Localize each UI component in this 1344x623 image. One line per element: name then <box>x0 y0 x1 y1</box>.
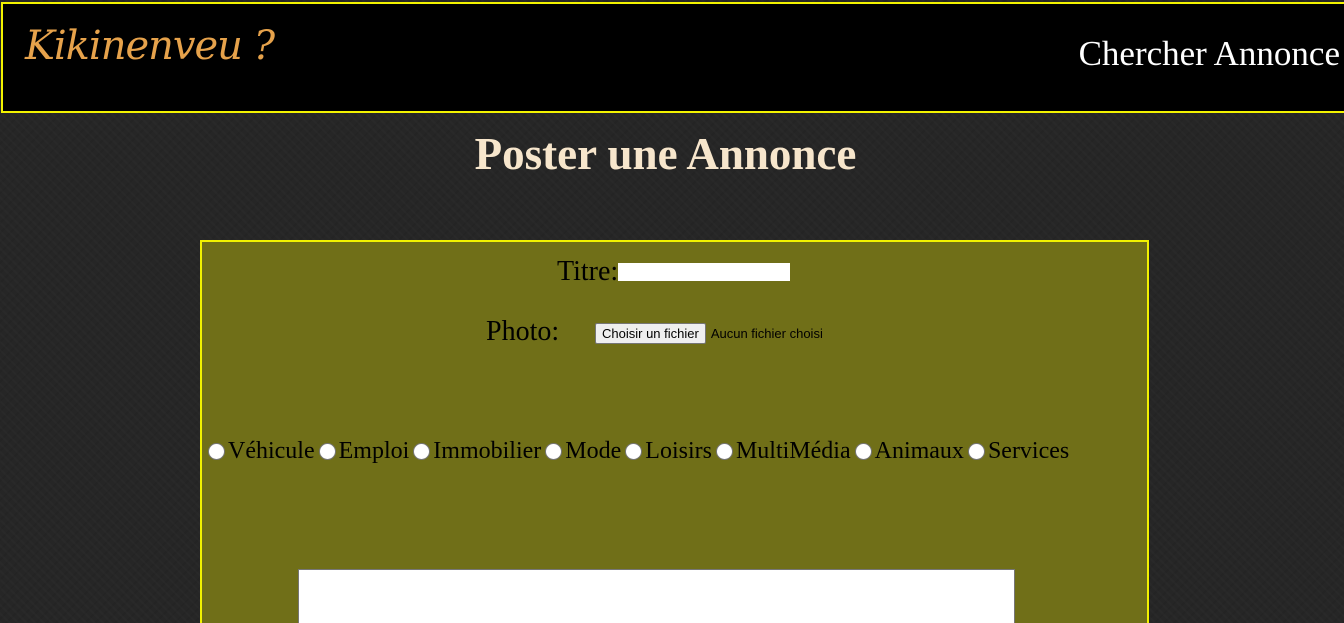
search-ads-link[interactable]: Chercher Annonce <box>1079 34 1340 74</box>
file-status-text: Aucun fichier choisi <box>710 326 823 341</box>
category-label: Emploi <box>338 438 410 464</box>
photo-label: Photo: <box>486 316 560 347</box>
title-input[interactable] <box>618 263 791 281</box>
category-option-services[interactable]: Services <box>966 438 1071 465</box>
title-label: Titre: <box>557 256 619 287</box>
category-label: Mode <box>565 438 622 464</box>
description-textarea[interactable] <box>298 569 1015 623</box>
radio-emploi[interactable] <box>318 443 336 460</box>
radio-multimedia[interactable] <box>715 443 733 460</box>
site-logo[interactable]: Kikinenveu ? <box>25 14 275 78</box>
radio-immobilier[interactable] <box>413 443 431 460</box>
choose-file-button[interactable]: Choisir un fichier <box>595 323 706 344</box>
radio-animaux[interactable] <box>854 443 872 460</box>
category-option-emploi[interactable]: Emploi <box>317 438 412 465</box>
radio-loisirs[interactable] <box>625 443 643 460</box>
category-label: MultiMédia <box>735 438 851 464</box>
category-option-immobilier[interactable]: Immobilier <box>411 438 543 465</box>
radio-vehicule[interactable] <box>208 443 225 460</box>
site-header: Kikinenveu ? Chercher Annonce <box>1 2 1344 113</box>
category-option-vehicule[interactable]: Véhicule <box>206 438 317 465</box>
category-option-multimedia[interactable]: MultiMédia <box>714 438 853 465</box>
category-label: Loisirs <box>645 438 712 464</box>
category-option-loisirs[interactable]: Loisirs <box>623 438 714 465</box>
category-label: Animaux <box>874 438 964 464</box>
title-row: Titre: <box>557 256 791 288</box>
category-option-animaux[interactable]: Animaux <box>853 438 966 465</box>
page-title: Poster une Annonce <box>474 129 857 179</box>
post-ad-form: Titre: Photo: Choisir un fichier Aucun f… <box>200 240 1149 623</box>
category-radio-group: Véhicule Emploi Immobilier Mode Loisirs … <box>206 438 1071 465</box>
photo-file-picker: Choisir un fichier Aucun fichier choisi <box>595 323 823 344</box>
radio-mode[interactable] <box>545 443 563 460</box>
radio-services[interactable] <box>967 443 985 460</box>
category-label: Véhicule <box>228 438 315 464</box>
category-label: Immobilier <box>433 438 542 464</box>
category-label: Services <box>987 438 1070 464</box>
category-option-mode[interactable]: Mode <box>543 438 623 465</box>
